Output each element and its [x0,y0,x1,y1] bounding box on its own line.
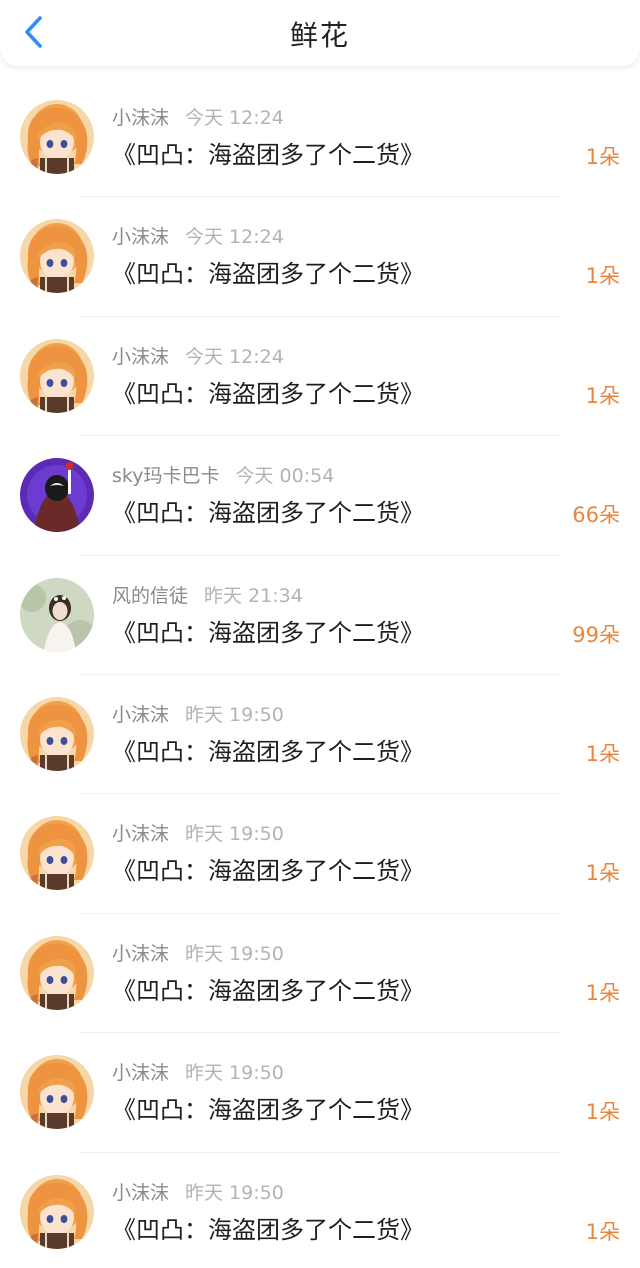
avatar[interactable] [20,458,94,533]
gift-time: 今天 12:24 [185,107,284,129]
flower-amount: 99朵 [572,622,620,647]
anime-girl-avatar-image [20,100,94,174]
anime-girl-avatar-image [20,1174,94,1249]
avatar[interactable] [20,935,94,1010]
gift-time: 昨天 21:34 [204,584,303,607]
flower-amount: 1朵 [585,264,620,289]
list-item[interactable]: 小沫沫 昨天 19:50 《凹凸：海盗团多了个二货》 1朵 [0,1033,640,1153]
flower-amount: 1朵 [585,861,620,886]
user-name[interactable]: 小沫沫 [112,943,169,965]
user-name[interactable]: 小沫沫 [112,226,169,248]
list-item[interactable]: 小沫沫 今天 12:24 《凹凸：海盗团多了个二货》 1朵 [0,317,640,437]
page-title: 鲜花 [289,19,350,52]
user-name[interactable]: 小沫沫 [112,346,169,368]
list-item[interactable]: 风的信徒 昨天 21:34 《凹凸：海盗团多了个二货》 99朵 [0,556,640,676]
avatar[interactable] [20,1055,94,1130]
gift-meta: 小沫沫 昨天 19:50 [112,1182,284,1204]
anime-girl-avatar-image [20,816,94,891]
list-item[interactable]: 小沫沫 昨天 19:50 《凹凸：海盗团多了个二货》 1朵 [0,1153,640,1268]
work-title: 《凹凸：海盗团多了个二货》 [112,141,424,169]
avatar[interactable] [20,100,94,174]
flower-amount: 1朵 [585,1100,620,1125]
gift-time: 昨天 19:50 [185,942,284,965]
anime-girl-avatar-image [20,1055,94,1130]
work-title: 《凹凸：海盗团多了个二货》 [112,857,424,886]
gift-meta: 小沫沫 昨天 19:50 [112,1062,284,1084]
gift-time: 昨天 19:50 [185,1181,284,1204]
gift-time: 今天 00:54 [235,465,335,488]
work-title: 《凹凸：海盗团多了个二货》 [112,499,424,528]
avatar[interactable] [20,696,94,771]
flower-amount: 1朵 [585,1219,620,1244]
list-item[interactable]: 小沫沫 昨天 19:50 《凹凸：海盗团多了个二货》 1朵 [0,675,640,795]
gift-meta: 小沫沫 今天 12:24 [112,226,284,248]
anime-girl-avatar-image [20,935,94,1010]
list-item[interactable]: 小沫沫 昨天 19:50 《凹凸：海盗团多了个二货》 1朵 [0,914,640,1034]
gift-meta: 小沫沫 昨天 19:50 [112,943,284,965]
list-item[interactable]: sky玛卡巴卡 今天 00:54 《凹凸：海盗团多了个二货》 66朵 [0,436,640,556]
list-item[interactable]: 小沫沫 今天 12:24 《凹凸：海盗团多了个二货》 1朵 [0,197,640,318]
flower-amount: 1朵 [585,741,620,766]
avatar[interactable] [20,577,94,652]
work-title: 《凹凸：海盗团多了个二货》 [112,1215,424,1244]
user-name[interactable]: 小沫沫 [112,1062,169,1084]
avatar[interactable] [20,1174,94,1249]
user-name[interactable]: 小沫沫 [112,1182,169,1204]
photo-girl-avatar-image [20,577,94,652]
work-title: 《凹凸：海盗团多了个二货》 [112,618,424,647]
avatar[interactable] [20,816,94,891]
work-title: 《凹凸：海盗团多了个二货》 [112,379,424,408]
list-item[interactable]: 小沫沫 昨天 19:50 《凹凸：海盗团多了个二货》 1朵 [0,794,640,915]
gift-time: 今天 12:24 [185,226,284,249]
gift-time: 昨天 19:50 [185,823,284,846]
flower-gift-list: 小沫沫 今天 12:24 《凹凸：海盗团多了个二货》 1朵 小沫沫 今天 12:24… [0,78,640,1268]
user-name[interactable]: 小沫沫 [112,704,169,726]
list-item[interactable]: 小沫沫 今天 12:24 《凹凸：海盗团多了个二货》 1朵 [0,78,640,198]
gift-time: 昨天 19:50 [185,703,284,726]
work-title: 《凹凸：海盗团多了个二货》 [112,1096,424,1125]
user-name[interactable]: 小沫沫 [112,107,169,129]
cloaked-figure-avatar-image [20,458,94,533]
gift-meta: sky玛卡巴卡 今天 00:54 [112,465,334,487]
flower-amount: 1朵 [585,383,620,408]
flower-amount: 66朵 [572,503,620,528]
gift-meta: 小沫沫 今天 12:24 [112,346,284,368]
work-title: 《凹凸：海盗团多了个二货》 [112,976,424,1005]
gift-meta: 风的信徒 昨天 21:34 [112,585,303,607]
gift-meta: 小沫沫 昨天 19:50 [112,823,284,845]
user-name[interactable]: 小沫沫 [112,823,169,845]
work-title: 《凹凸：海盗团多了个二货》 [112,737,424,766]
avatar[interactable] [20,338,94,413]
user-name[interactable]: sky玛卡巴卡 [112,465,219,487]
flower-amount: 1朵 [585,980,620,1005]
anime-girl-avatar-image [20,338,94,413]
gift-time: 昨天 19:50 [185,1062,284,1085]
flower-amount: 1朵 [585,145,620,169]
gift-time: 今天 12:24 [185,345,284,368]
gift-meta: 小沫沫 今天 12:24 [112,107,284,129]
user-name[interactable]: 风的信徒 [112,585,188,607]
top-nav-bar: 鲜花 [0,0,640,66]
anime-girl-avatar-image [20,696,94,771]
avatar[interactable] [20,219,94,294]
work-title: 《凹凸：海盗团多了个二货》 [112,260,424,289]
anime-girl-avatar-image [20,219,94,294]
gift-meta: 小沫沫 昨天 19:50 [112,704,284,726]
